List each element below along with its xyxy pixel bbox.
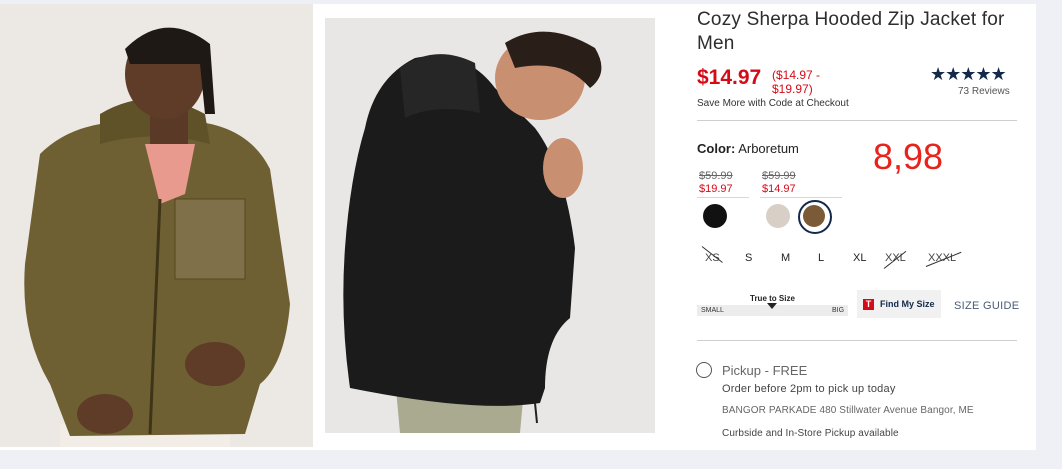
size-option-s[interactable]: S [745, 252, 752, 264]
divider [697, 340, 1017, 341]
find-my-size-label: Find My Size [880, 299, 935, 309]
size-option-m[interactable]: M [781, 252, 790, 264]
fit-big-label: BIG [832, 307, 845, 314]
pickup-option-label[interactable]: Pickup - FREE [722, 363, 807, 378]
fit-small-label: SMALL [701, 307, 724, 314]
size-guide-link[interactable]: SIZE GUIDE [954, 300, 1019, 312]
fit-indicator-icon [767, 303, 777, 309]
sale-price: $14.97 [697, 66, 762, 89]
page-scroll-gutter [1046, 0, 1062, 469]
pickup-radio[interactable] [696, 362, 712, 378]
annotation-number: 8,98 [873, 136, 944, 177]
color-swatch-black[interactable] [703, 204, 727, 228]
group-sale-price: $14.97 [762, 183, 796, 195]
product-image-side[interactable] [325, 18, 655, 433]
original-price: $59.99 [762, 170, 796, 182]
product-image-front[interactable] [0, 4, 313, 447]
color-swatch-beige[interactable] [766, 204, 790, 228]
find-my-size-button[interactable]: T Find My Size [857, 290, 941, 318]
divider [697, 120, 1017, 121]
color-label-title: Color: [697, 141, 736, 156]
promo-note: Save More with Code at Checkout [697, 98, 849, 109]
selected-color-name: Arboretum [738, 141, 799, 156]
original-price: $59.99 [699, 170, 733, 182]
pickup-availability: Curbside and In-Store Pickup available [722, 428, 899, 439]
rating-stars-icon[interactable]: ★★★★★ [930, 64, 1007, 85]
reviews-link[interactable]: 73 Reviews [958, 86, 1010, 97]
price-group-2: $59.99 $14.97 [762, 170, 796, 196]
pickup-cutoff-note: Order before 2pm to pick up today [722, 383, 896, 395]
size-option-xl[interactable]: XL [853, 252, 866, 264]
price-range: ($14.97 - $19.97) [772, 68, 821, 96]
true-fit-logo-icon: T [863, 298, 874, 310]
model-side-illustration [325, 18, 655, 433]
color-swatch-arboretum[interactable] [803, 205, 825, 227]
group-sale-price: $19.97 [699, 183, 733, 195]
pickup-store-address: BANGOR PARKADE 480 Stillwater Avenue Ban… [722, 405, 974, 416]
model-front-illustration [0, 4, 313, 447]
price-group-1: $59.99 $19.97 [699, 170, 733, 196]
size-option-l[interactable]: L [818, 252, 824, 264]
fit-label: True to Size [750, 294, 795, 303]
price-group-rule [760, 197, 842, 198]
price-group-rule [697, 197, 749, 198]
product-title: Cozy Sherpa Hooded Zip Jacket for Men [697, 9, 1005, 54]
color-label: Color: Arboretum [697, 141, 799, 156]
